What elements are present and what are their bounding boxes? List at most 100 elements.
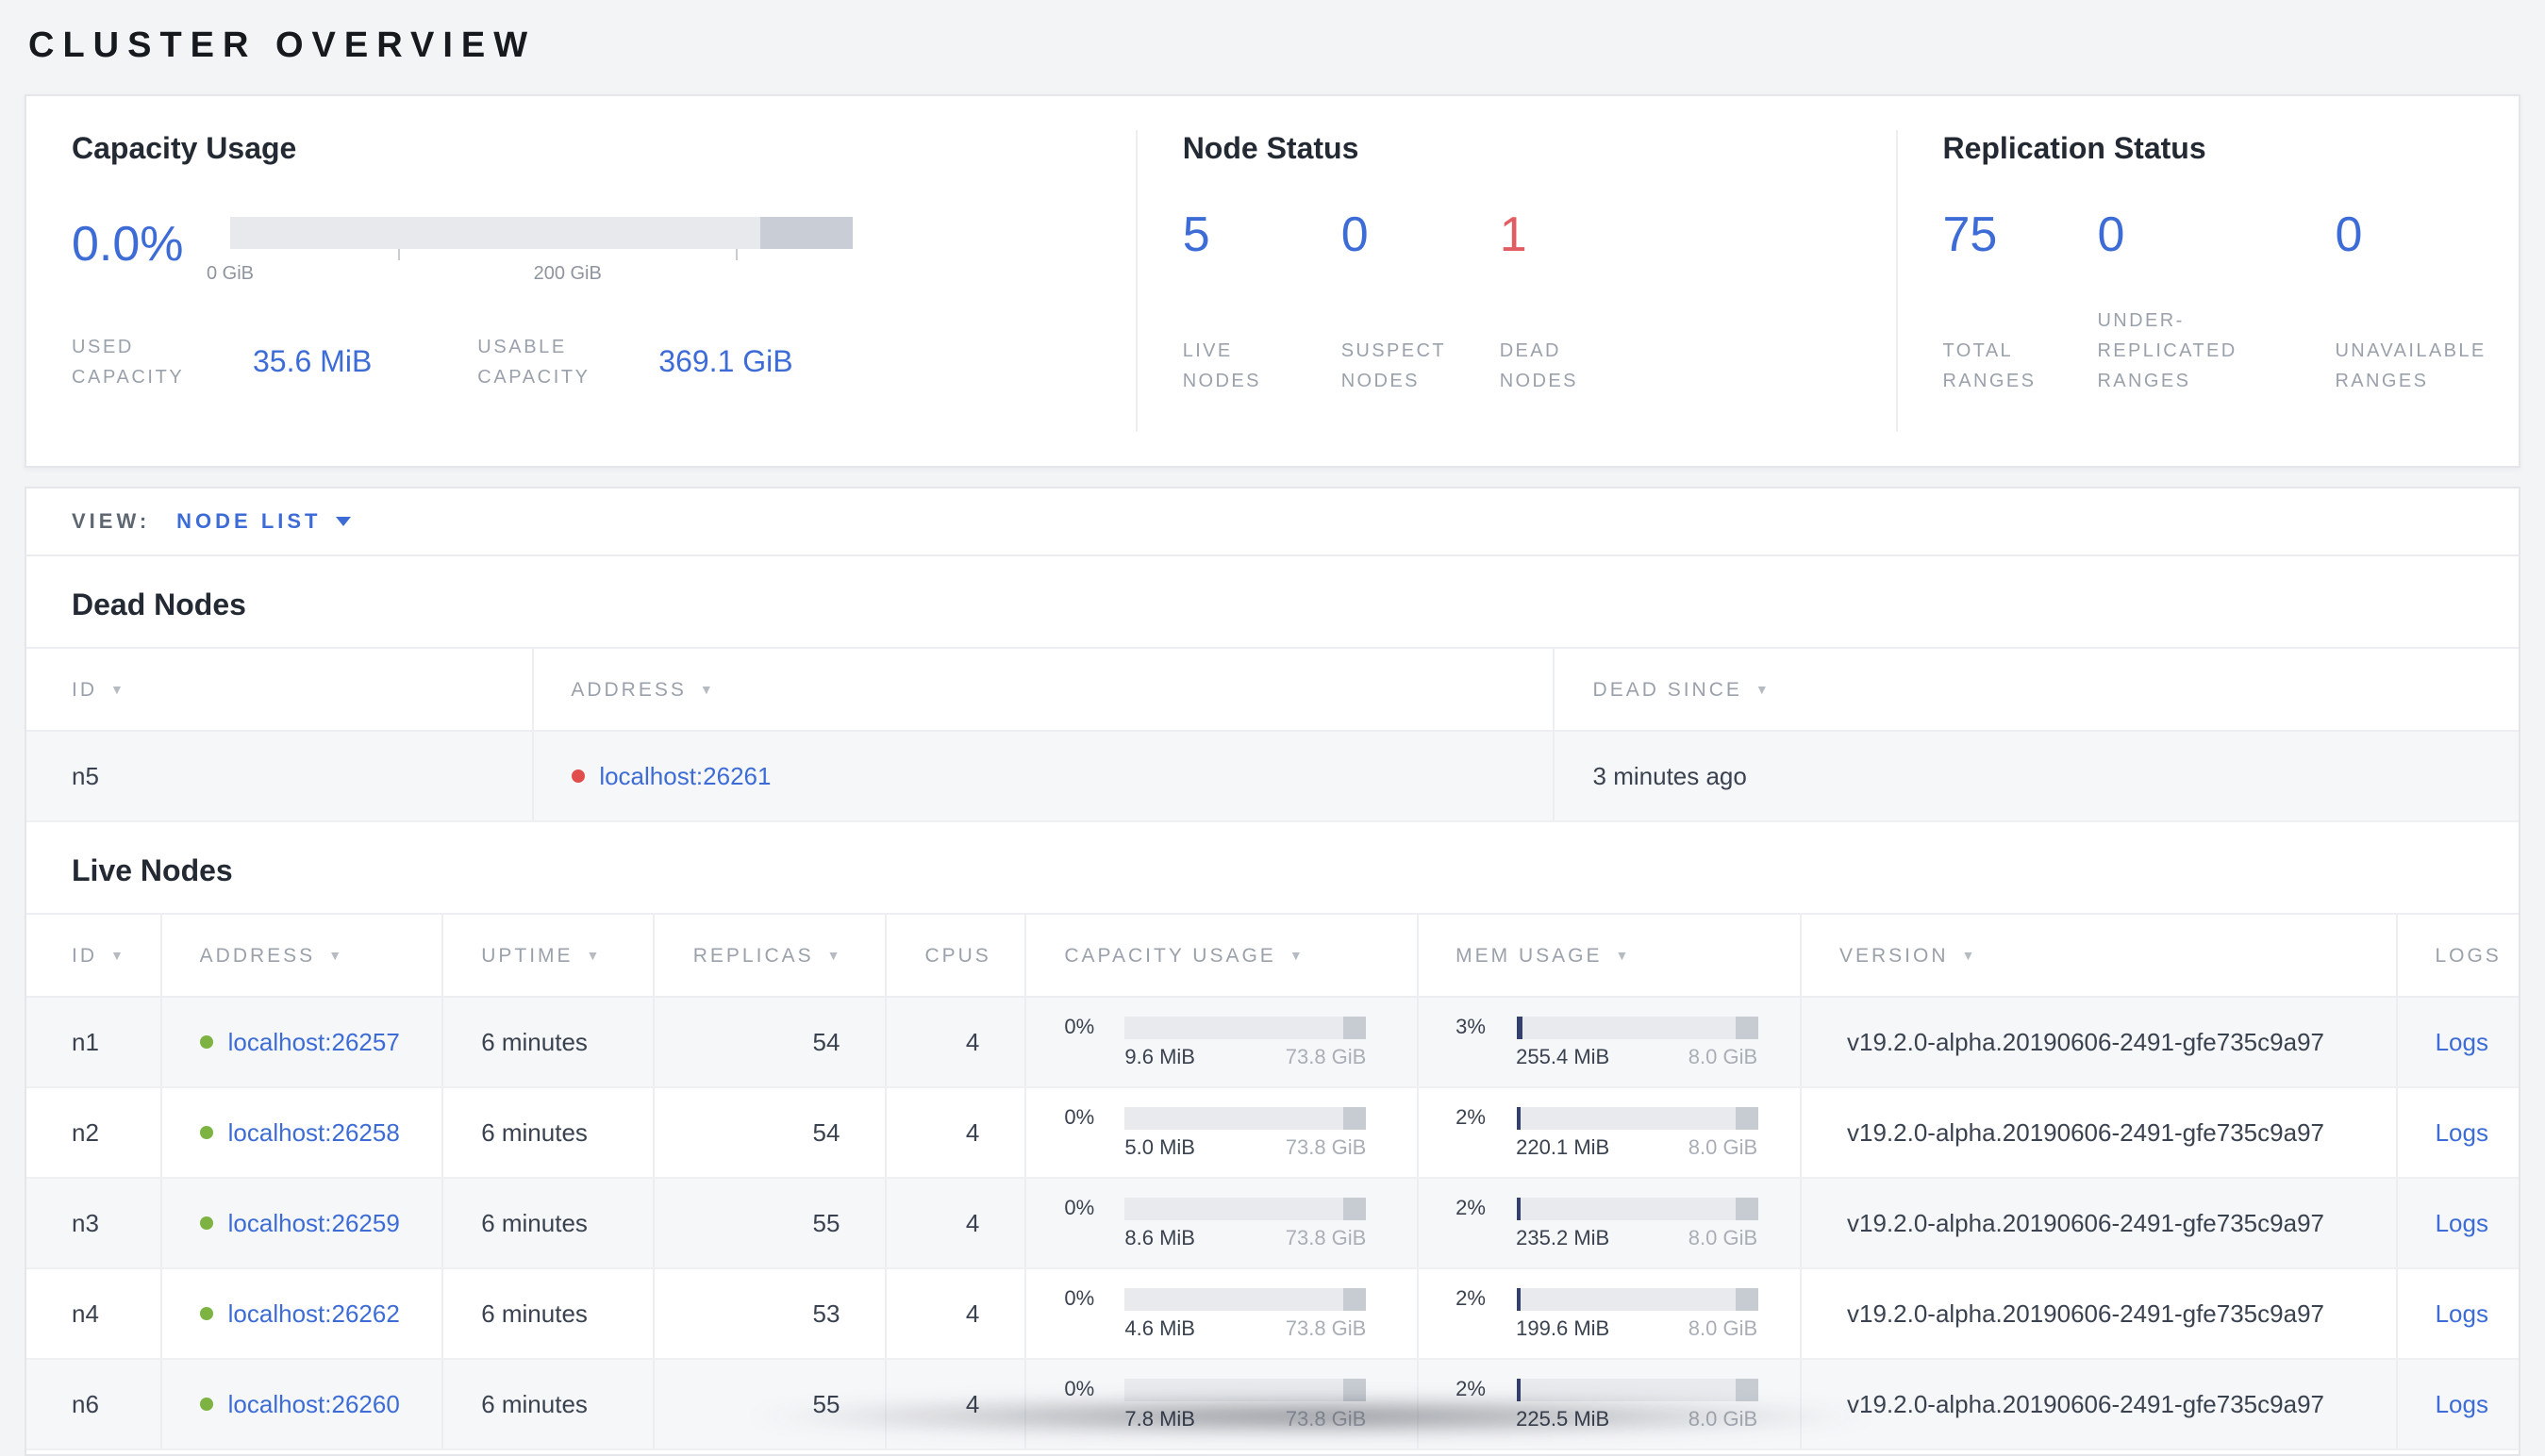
node-capacity-usage-cell: 0% 9.6 MiB 73.8 GiB [1025, 997, 1419, 1088]
node-address-link[interactable]: localhost:26257 [228, 1028, 400, 1056]
under-replicated-ranges-count: 0 [2097, 206, 2125, 262]
capacity-bar-reserved-segment [759, 217, 853, 249]
view-dropdown[interactable]: NODE LIST [176, 510, 352, 533]
mem-bar-end [1735, 1197, 1758, 1219]
node-logs-cell: Logs [2396, 1087, 2519, 1179]
capacity-percent: 0% [1064, 1106, 1095, 1129]
node-replicas: 55 [654, 1359, 888, 1450]
capacity-mini-bar [1124, 1106, 1367, 1129]
dead-node-address-link[interactable]: localhost:26261 [599, 762, 771, 790]
capacity-total: 73.8 GiB [1285, 1227, 1367, 1249]
node-cpus: 4 [886, 1087, 1027, 1179]
logs-link[interactable]: Logs [2436, 1028, 2488, 1056]
live-col-address[interactable]: ADDRESS [160, 913, 444, 998]
mem-percent: 2% [1455, 1106, 1486, 1129]
mem-used: 220.1 MiB [1516, 1136, 1610, 1159]
unavailable-ranges-label: UNAVAILABLE RANGES [2335, 341, 2487, 392]
suspect-nodes-stat: 0 SUSPECT NODES [1341, 209, 1500, 398]
live-status-dot-icon [199, 1126, 213, 1139]
node-id: n2 [26, 1087, 162, 1179]
dead-col-dead-since[interactable]: DEAD SINCE [1554, 647, 2519, 732]
chevron-down-icon [336, 517, 352, 526]
suspect-nodes-label: SUSPECT NODES [1340, 341, 1446, 392]
mem-percent: 2% [1455, 1197, 1486, 1219]
live-col-version[interactable]: VERSION [1801, 913, 2398, 998]
mem-used: 255.4 MiB [1516, 1046, 1610, 1068]
node-address-link[interactable]: localhost:26262 [228, 1299, 400, 1328]
axis-label-mid: 200 GiB [533, 264, 602, 285]
live-col-logs: LOGS [2396, 913, 2519, 998]
capacity-percent: 0% [1064, 1287, 1095, 1310]
mem-percent: 2% [1455, 1378, 1486, 1400]
live-status-dot-icon [199, 1307, 213, 1320]
usable-capacity-detail: USABLE CAPACITY 369.1 GiB [477, 334, 792, 394]
replication-stats: 75 TOTAL RANGES 0 UNDER- REPLICATED RANG… [1942, 209, 2531, 398]
node-cpus: 4 [886, 1178, 1027, 1269]
live-col-mem-usage[interactable]: MEM USAGE [1417, 913, 1803, 998]
dead-col-id[interactable]: ID [26, 647, 534, 732]
mem-total: 8.0 GiB [1688, 1136, 1758, 1159]
node-logs-cell: Logs [2396, 1359, 2519, 1450]
live-nodes-stat: 5 LIVE NODES [1183, 209, 1341, 398]
axis-tick [736, 249, 739, 260]
dead-status-dot-icon [571, 769, 585, 783]
mem-mini-bar [1516, 1016, 1758, 1038]
live-nodes-table: ID ADDRESS UPTIME REPLICAS CPUS CAPACITY… [26, 913, 2519, 1450]
node-id: n3 [26, 1178, 162, 1269]
node-replicas: 54 [654, 997, 888, 1088]
live-nodes-label: LIVE NODES [1182, 341, 1261, 392]
dead-nodes-count: 1 [1499, 206, 1527, 262]
mem-bar-end [1735, 1106, 1758, 1129]
logs-link[interactable]: Logs [2436, 1118, 2488, 1147]
live-col-uptime[interactable]: UPTIME [442, 913, 656, 998]
dead-nodes-heading: Dead Nodes [72, 590, 246, 622]
cluster-overview-page: CLUSTER OVERVIEW Capacity Usage 0.0% 0 G… [0, 0, 2545, 1456]
logs-link[interactable]: Logs [2436, 1209, 2488, 1237]
live-col-cpus: CPUS [886, 913, 1027, 998]
node-address-link[interactable]: localhost:26258 [228, 1118, 400, 1147]
replication-status-section: Replication Status 75 TOTAL RANGES 0 UND… [1895, 130, 2545, 432]
capacity-total: 73.8 GiB [1285, 1408, 1367, 1431]
capacity-bar-chart: 0 GiB 200 GiB [207, 213, 853, 296]
live-col-id[interactable]: ID [26, 913, 162, 998]
node-address-link[interactable]: localhost:26259 [228, 1209, 400, 1237]
dead-nodes-header-row: ID ADDRESS DEAD SINCE [26, 647, 2519, 732]
mem-bar-fill [1516, 1378, 1522, 1400]
unavailable-ranges-count: 0 [2335, 206, 2363, 262]
used-capacity-detail: USED CAPACITY 35.6 MiB [72, 334, 372, 394]
node-address-cell: localhost:26260 [160, 1359, 444, 1450]
node-replicas: 55 [654, 1178, 888, 1269]
node-capacity-usage-cell: 0% 4.6 MiB 73.8 GiB [1025, 1268, 1419, 1360]
suspect-nodes-count: 0 [1340, 206, 1369, 262]
mem-bar-fill [1516, 1016, 1523, 1038]
logs-link[interactable]: Logs [2436, 1390, 2488, 1418]
under-replicated-ranges-stat: 0 UNDER- REPLICATED RANGES [2097, 209, 2335, 398]
logs-link[interactable]: Logs [2436, 1299, 2488, 1328]
live-nodes-count: 5 [1182, 206, 1210, 262]
mem-used: 199.6 MiB [1516, 1317, 1610, 1340]
capacity-total: 73.8 GiB [1285, 1136, 1367, 1159]
under-replicated-ranges-label: UNDER- REPLICATED RANGES [2097, 311, 2237, 392]
capacity-bar-track [230, 217, 853, 249]
mem-bar-end [1735, 1287, 1758, 1310]
usable-capacity-label: USABLE CAPACITY [477, 338, 591, 389]
mem-total: 8.0 GiB [1688, 1046, 1758, 1068]
live-col-capacity-usage[interactable]: CAPACITY USAGE [1025, 913, 1419, 998]
node-status-section: Node Status 5 LIVE NODES 0 SUSPECT NODES… [1135, 130, 1896, 432]
node-cpus: 4 [886, 1268, 1027, 1360]
dead-nodes-table: ID ADDRESS DEAD SINCE n5 localhost:26261… [26, 647, 2519, 822]
capacity-total: 73.8 GiB [1285, 1317, 1367, 1340]
node-list-card: Dead Nodes ID ADDRESS DEAD SINCE n5 loca… [25, 554, 2520, 1456]
node-mem-usage-cell: 2% 220.1 MiB 8.0 GiB [1417, 1087, 1803, 1179]
node-address-link[interactable]: localhost:26260 [228, 1390, 400, 1418]
view-label: VIEW: [72, 510, 151, 533]
dead-col-address[interactable]: ADDRESS [532, 647, 1555, 732]
dead-node-dead-since: 3 minutes ago [1554, 731, 2519, 822]
node-logs-cell: Logs [2396, 1268, 2519, 1360]
node-address-cell: localhost:26262 [160, 1268, 444, 1360]
total-ranges-label: TOTAL RANGES [1942, 341, 2037, 392]
live-col-replicas[interactable]: REPLICAS [654, 913, 888, 998]
view-dropdown-value: NODE LIST [176, 510, 322, 533]
replication-status-title: Replication Status [1942, 134, 2206, 166]
capacity-mini-bar [1124, 1378, 1367, 1400]
